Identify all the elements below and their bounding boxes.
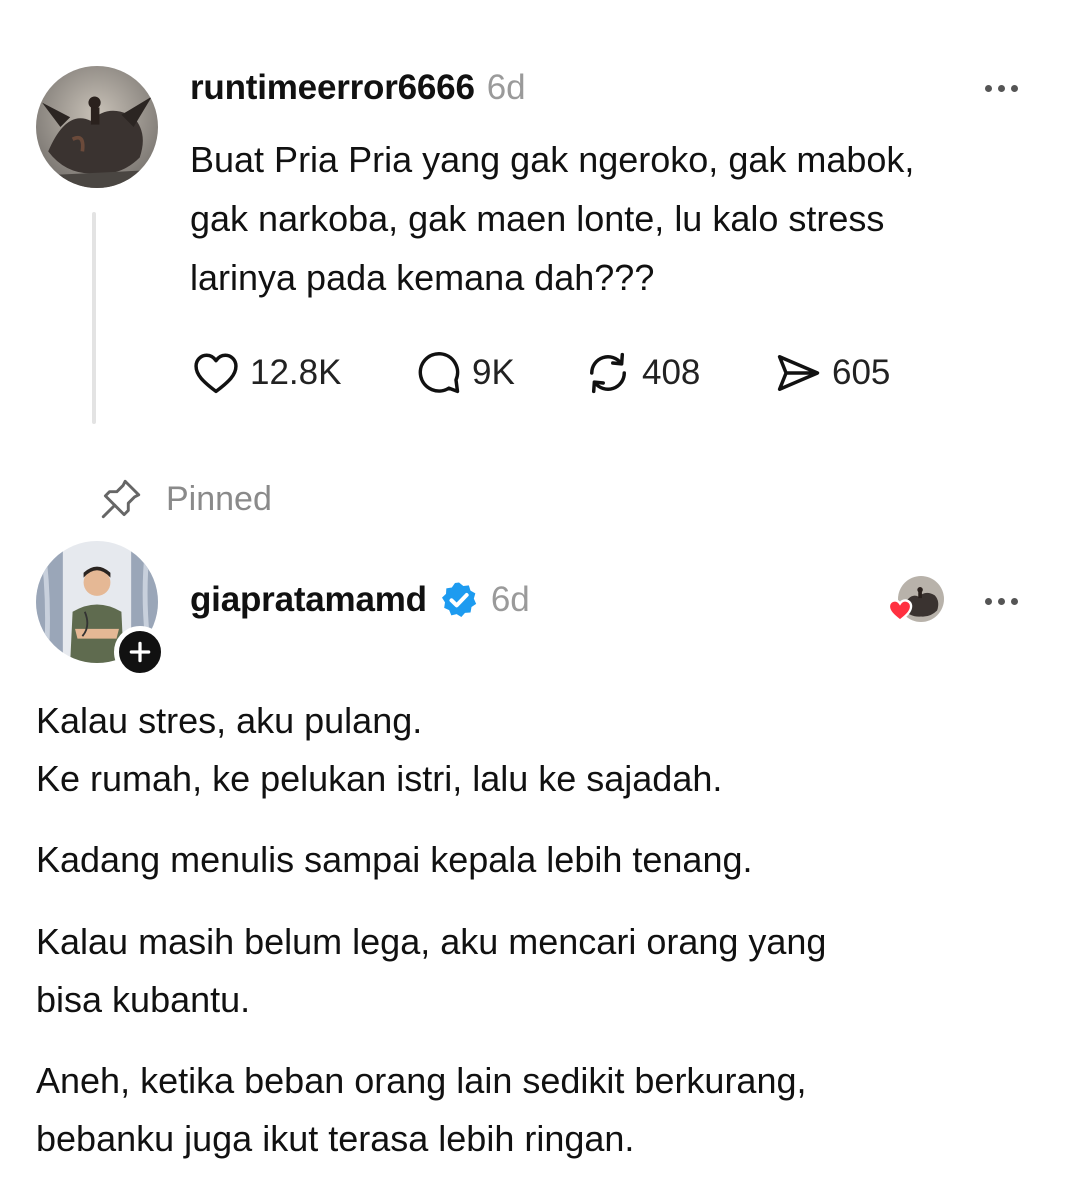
pinned-indicator: Pinned [96,474,272,524]
author-username[interactable]: runtimeerror6666 [190,68,475,108]
thread-view: runtimeerror6666 6d Buat Pria Pria yang … [0,0,1065,1200]
repost-icon [590,352,626,394]
reply-count: 9K [472,353,515,392]
comment-icon [418,352,460,394]
pinned-label: Pinned [166,479,272,518]
dragon-rider-avatar-icon [36,66,158,188]
send-icon [777,355,820,391]
reply-timestamp: 6d [490,580,530,619]
reply-paragraph: Kadang menulis sampai kepala lebih tenan… [36,831,1036,889]
post-action-bar: 12.8K 9K 408 605 [190,346,932,400]
repost-count: 408 [642,353,701,392]
more-dot-icon [1011,84,1018,92]
plus-icon [129,641,151,663]
reply-more-options-button[interactable] [985,591,1018,611]
reply-paragraph: Kalau stres, aku pulang. Ke rumah, ke pe… [36,692,1036,808]
author-liked-indicator [886,576,946,626]
share-count: 605 [832,353,891,392]
reply-header: giapratamamd 6d [190,580,530,620]
post-text-line: Buat Pria Pria yang gak ngeroko, gak mab… [190,139,915,180]
author-avatar[interactable] [36,66,158,188]
reply-paragraph: Aneh, ketika beban orang lain sedikit be… [36,1052,1036,1168]
reply-text-line: Kalau masih belum lega, aku mencari oran… [36,921,827,962]
reply-author-username[interactable]: giapratamamd [190,580,427,620]
pin-icon [101,479,141,519]
reply-text-line: Kadang menulis sampai kepala lebih tenan… [36,839,753,880]
more-dot-icon [998,597,1005,605]
post-text-line: gak narkoba, gak maen lonte, lu kalo str… [190,198,885,239]
share-button[interactable]: 605 [772,347,932,399]
thread-line [92,212,96,424]
post-header: runtimeerror6666 6d [190,68,526,108]
heart-filled-icon [887,599,913,622]
reply-text-line: Ke rumah, ke pelukan istri, lalu ke saja… [36,758,723,799]
reply-text-line: bisa kubantu. [36,979,251,1020]
post-timestamp: 6d [486,68,526,107]
verified-badge-icon [439,580,479,620]
more-dot-icon [998,84,1005,92]
follow-button[interactable] [114,626,166,678]
like-button[interactable]: 12.8K [190,347,412,399]
reply-button[interactable]: 9K [412,347,582,399]
post-text: Buat Pria Pria yang gak ngeroko, gak mab… [190,130,1030,307]
reply-paragraph: Kalau masih belum lega, aku mencari oran… [36,913,1036,1029]
reply-text-line: Kalau stres, aku pulang. [36,700,423,741]
more-dot-icon [1011,597,1018,605]
post-text-line: larinya pada kemana dah??? [190,257,655,298]
reply-text-line: bebanku juga ikut terasa lebih ringan. [36,1118,635,1159]
repost-button[interactable]: 408 [582,347,772,399]
heart-icon [194,353,238,394]
post-more-options-button[interactable] [985,78,1018,98]
more-dot-icon [985,597,992,605]
more-dot-icon [985,84,992,92]
reply-text-line: Aneh, ketika beban orang lain sedikit be… [36,1060,807,1101]
like-count: 12.8K [250,353,342,392]
